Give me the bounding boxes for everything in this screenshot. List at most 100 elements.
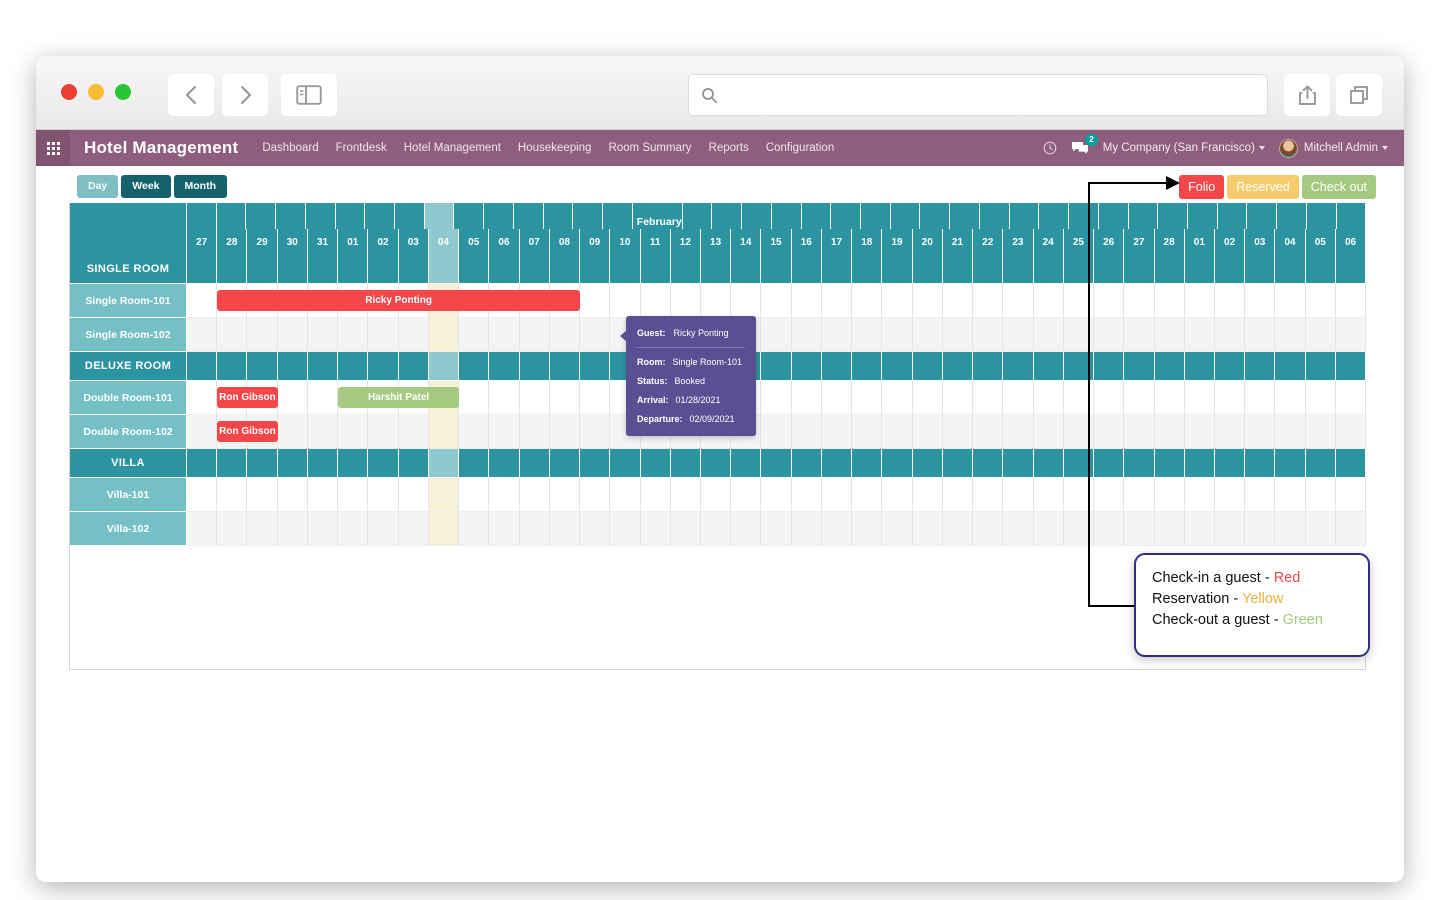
gantt-cell[interactable] [1214, 415, 1246, 449]
gantt-cell[interactable] [973, 512, 1004, 546]
gantt-day-header-cell[interactable]: 04 [428, 229, 460, 255]
gantt-cell[interactable] [519, 478, 550, 512]
gantt-cell[interactable] [1214, 318, 1246, 352]
gantt-cell[interactable] [1184, 512, 1215, 546]
gantt-cell[interactable] [368, 318, 399, 352]
gantt-cell[interactable] [1094, 449, 1125, 478]
gantt-day-header-cell[interactable]: 06 [1335, 229, 1366, 255]
gantt-cell[interactable] [761, 352, 792, 381]
gantt-cell[interactable] [368, 449, 399, 478]
gantt-cell[interactable] [791, 478, 822, 512]
gantt-cell[interactable] [1184, 352, 1215, 381]
gantt-cell[interactable] [187, 203, 217, 229]
gantt-cell[interactable] [1335, 478, 1366, 512]
gantt-cell[interactable] [610, 255, 641, 284]
gantt-cell[interactable] [1003, 318, 1034, 352]
gantt-cell[interactable] [1094, 415, 1125, 449]
gantt-cell[interactable] [670, 255, 701, 284]
gantt-cell[interactable] [761, 478, 792, 512]
gantt-cell[interactable] [307, 449, 339, 478]
gantt-room-label[interactable]: Villa-101 [70, 478, 187, 512]
gantt-cell[interactable] [610, 284, 641, 318]
gantt-cell[interactable] [761, 284, 792, 318]
gantt-cell[interactable] [1245, 478, 1276, 512]
gantt-cell[interactable] [771, 203, 802, 229]
gantt-cell[interactable] [398, 512, 429, 546]
gantt-cell[interactable] [398, 318, 429, 352]
gantt-cell[interactable] [1275, 284, 1306, 318]
legend-button-folio[interactable]: Folio [1179, 175, 1225, 200]
gantt-cell[interactable] [1124, 478, 1155, 512]
gantt-day-header-cell[interactable]: 28 [217, 229, 248, 255]
gantt-cell[interactable] [1305, 415, 1336, 449]
gantt-cell[interactable] [187, 255, 218, 284]
gantt-cell[interactable] [307, 512, 339, 546]
gantt-cell[interactable] [670, 512, 701, 546]
gantt-cell[interactable] [942, 284, 974, 318]
gantt-day-header-cell[interactable]: 01 [1184, 229, 1215, 255]
gantt-cell[interactable] [912, 318, 943, 352]
gantt-cell[interactable] [912, 512, 943, 546]
gantt-cell[interactable] [307, 381, 339, 415]
gantt-cell[interactable] [519, 512, 550, 546]
gantt-cell[interactable] [1247, 203, 1278, 229]
gantt-cell[interactable] [580, 415, 611, 449]
gantt-cell[interactable] [761, 415, 792, 449]
gantt-day-header-cell[interactable]: 28 [1154, 229, 1185, 255]
gantt-cell[interactable] [973, 478, 1004, 512]
gantt-cell[interactable] [1275, 512, 1306, 546]
gantt-day-header-cell[interactable]: 16 [791, 229, 822, 255]
gantt-cell[interactable] [852, 318, 883, 352]
gantt-cell[interactable] [1245, 318, 1276, 352]
gantt-cell[interactable] [489, 381, 520, 415]
gantt-day-header-cell[interactable]: 09 [580, 229, 611, 255]
gantt-cell[interactable] [791, 318, 822, 352]
gantt-cell[interactable] [489, 318, 520, 352]
gantt-cell[interactable] [700, 255, 732, 284]
gantt-cell[interactable] [861, 203, 891, 229]
gantt-cell[interactable] [580, 512, 611, 546]
gantt-cell[interactable] [428, 415, 460, 449]
gantt-cell[interactable] [519, 415, 550, 449]
gantt-cell[interactable] [852, 415, 883, 449]
gantt-cell[interactable] [276, 203, 306, 229]
gantt-cell[interactable] [821, 381, 853, 415]
gantt-cell[interactable] [217, 478, 248, 512]
gantt-cell[interactable] [700, 449, 732, 478]
gantt-cell[interactable] [1335, 318, 1366, 352]
gantt-day-header-cell[interactable]: 25 [1063, 229, 1095, 255]
gantt-cell[interactable] [1063, 512, 1095, 546]
gantt-cell[interactable] [216, 203, 247, 229]
gantt-month-label[interactable]: February [632, 203, 683, 229]
gantt-day-header-cell[interactable]: 02 [368, 229, 399, 255]
gantt-day-header-cell[interactable]: 05 [459, 229, 490, 255]
gantt-group-label[interactable]: SINGLE ROOM [70, 255, 187, 284]
gantt-day-header-cell[interactable]: 30 [277, 229, 308, 255]
gantt-cell[interactable] [489, 255, 520, 284]
gantt-cell[interactable] [1063, 449, 1095, 478]
gantt-cell[interactable] [549, 449, 581, 478]
gantt-cell[interactable] [1275, 381, 1306, 415]
gantt-cell[interactable] [610, 512, 641, 546]
company-switcher[interactable]: My Company (San Francisco) [1103, 142, 1265, 154]
gantt-cell[interactable] [791, 449, 822, 478]
gantt-cell[interactable] [549, 415, 581, 449]
gantt-cell[interactable] [580, 352, 611, 381]
gantt-cell[interactable] [1154, 415, 1185, 449]
gantt-cell[interactable] [187, 478, 218, 512]
gantt-cell[interactable] [1033, 255, 1064, 284]
gantt-cell[interactable] [1245, 449, 1276, 478]
gantt-cell[interactable] [305, 203, 336, 229]
gantt-cell[interactable] [1214, 449, 1246, 478]
gantt-cell[interactable] [217, 255, 248, 284]
gantt-cell[interactable] [670, 478, 701, 512]
gantt-cell[interactable] [1069, 203, 1099, 229]
gantt-cell[interactable] [821, 284, 853, 318]
gantt-cell[interactable] [1094, 318, 1125, 352]
menu-item-reports[interactable]: Reports [709, 142, 749, 154]
gantt-cell[interactable] [700, 284, 732, 318]
gantt-cell[interactable] [942, 318, 974, 352]
gantt-cell[interactable] [1033, 318, 1064, 352]
gantt-cell[interactable] [640, 284, 671, 318]
gantt-cell[interactable] [1003, 449, 1034, 478]
